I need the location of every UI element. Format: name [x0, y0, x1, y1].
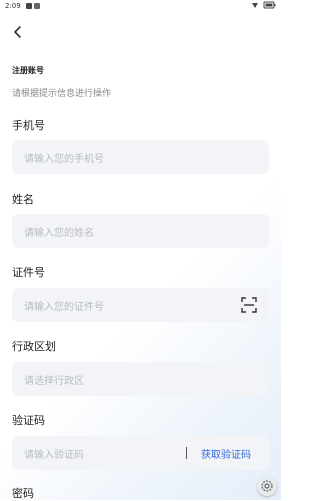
page-title: 注册账号 — [12, 66, 44, 75]
battery-icon — [263, 1, 276, 9]
notification-icon — [26, 3, 32, 9]
back-arrow-icon — [14, 26, 21, 38]
password-label: 密码 — [12, 487, 34, 500]
divider — [186, 447, 187, 459]
status-time: 2:09 — [5, 2, 21, 10]
nav-header — [0, 13, 281, 51]
notification-icon — [34, 3, 40, 9]
name-placeholder: 请输入您的姓名 — [24, 228, 94, 239]
notification-icons — [26, 2, 46, 10]
system-icons — [250, 1, 276, 10]
region-label: 行政区划 — [12, 340, 56, 353]
id-label: 证件号 — [12, 266, 45, 279]
name-label: 姓名 — [12, 193, 34, 206]
settings-icon — [261, 480, 273, 492]
register-form: 注册账号 请根据提示信息进行操作 手机号 请输入您的手机号 姓名 请输入您的姓名… — [0, 51, 281, 500]
page-subtitle: 请根据提示信息进行操作 — [12, 89, 112, 99]
phone-label: 手机号 — [12, 119, 45, 132]
back-button[interactable] — [9, 23, 27, 41]
id-input[interactable]: 请输入您的证件号 — [12, 288, 269, 322]
region-placeholder: 请选择行政区 — [24, 376, 84, 387]
scan-icon[interactable] — [241, 297, 257, 313]
id-placeholder: 请输入您的证件号 — [24, 302, 104, 313]
settings-button[interactable] — [257, 476, 277, 496]
get-code-button[interactable]: 获取验证码 — [201, 446, 251, 461]
region-select[interactable]: 请选择行政区 — [12, 362, 269, 396]
phone-placeholder: 请输入您的手机号 — [24, 154, 104, 165]
code-placeholder: 请输入验证码 — [24, 450, 84, 461]
status-bar: 2:09 — [0, 0, 281, 13]
name-input[interactable]: 请输入您的姓名 — [12, 214, 269, 248]
code-label: 验证码 — [12, 414, 45, 427]
wifi-icon — [252, 3, 258, 8]
code-input[interactable]: 请输入验证码 获取验证码 — [12, 436, 269, 470]
phone-input[interactable]: 请输入您的手机号 — [12, 140, 269, 174]
